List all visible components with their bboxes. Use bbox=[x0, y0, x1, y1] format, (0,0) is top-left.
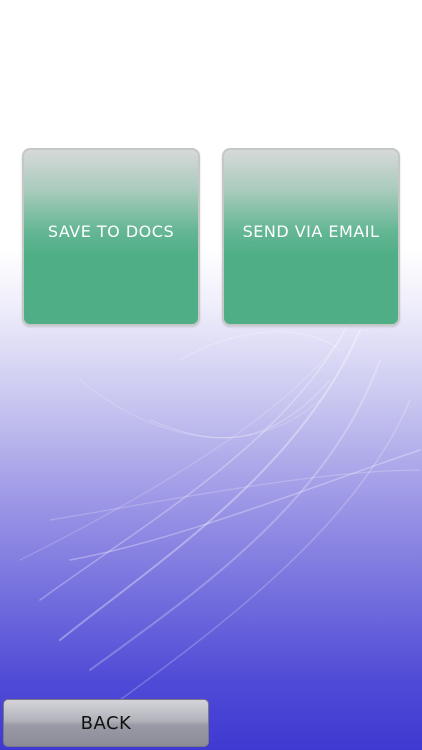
save-to-docs-label: SAVE TO DOCS bbox=[47, 221, 175, 241]
swirl-background-decoration bbox=[19, 319, 421, 701]
send-via-email-label: SEND VIA EMAIL bbox=[242, 221, 380, 241]
back-label: BACK bbox=[80, 712, 132, 734]
back-button[interactable]: BACK bbox=[3, 699, 209, 747]
save-to-docs-button[interactable]: SAVE TO DOCS bbox=[22, 148, 200, 326]
app-screen: SAVE TO DOCS SEND VIA EMAIL BACK bbox=[0, 0, 422, 750]
send-via-email-button[interactable]: SEND VIA EMAIL bbox=[222, 148, 400, 326]
